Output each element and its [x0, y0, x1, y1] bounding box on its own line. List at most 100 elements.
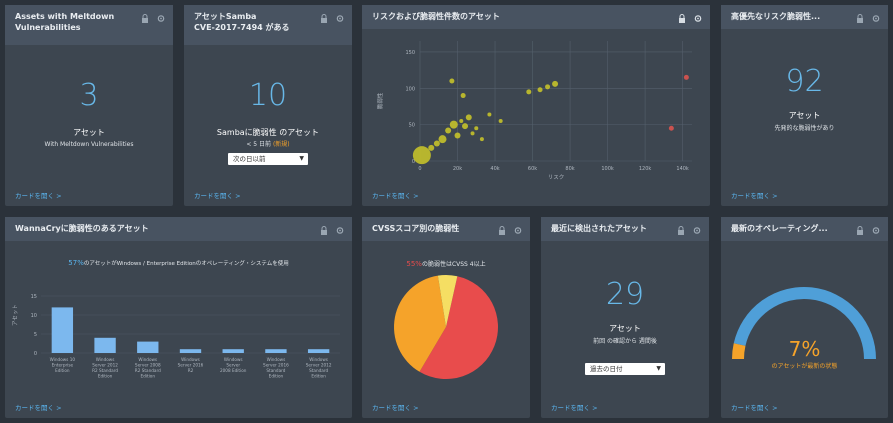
lock-icon[interactable]	[677, 226, 685, 235]
scatter-point[interactable]	[460, 93, 466, 99]
scatter-point[interactable]	[552, 80, 559, 87]
lock-icon[interactable]	[320, 226, 328, 235]
date-filter-select[interactable]: 過去の日付 ▼	[585, 363, 665, 375]
asset-sublabel: 前回 の確認から 週間後	[593, 338, 657, 345]
scatter-point[interactable]	[668, 125, 674, 131]
bar[interactable]	[307, 349, 330, 353]
new-highlight: (新規)	[272, 141, 290, 148]
asset-label: Sambaに脆弱性 のアセット	[216, 128, 320, 137]
card-header: 最近に検出されたアセット	[541, 217, 709, 241]
card-header: CVSSスコア別の脆弱性	[362, 217, 530, 241]
summary-text: の脆弱性はCVSS 4以上	[421, 261, 486, 268]
scatter-point[interactable]	[526, 89, 532, 95]
scatter-point[interactable]	[498, 119, 503, 123]
card-recent-assets: 最近に検出されたアセット 29 アセット 前回 の確認から 週間後 過去の日付 …	[541, 217, 709, 418]
scatter-point[interactable]	[479, 137, 484, 142]
asset-count: 10	[248, 78, 288, 113]
open-card-link[interactable]: カードを開く >	[15, 402, 62, 412]
scatter-point[interactable]	[449, 120, 458, 129]
gear-icon[interactable]	[514, 226, 522, 235]
open-card-link[interactable]: カードを開く >	[372, 402, 419, 412]
asset-label: アセット	[73, 128, 105, 137]
open-card-link[interactable]: カードを開く >	[551, 402, 598, 412]
gauge-value: 7%	[788, 337, 821, 361]
lock-icon[interactable]	[141, 14, 149, 23]
card-header: WannaCryに脆弱性のあるアセット	[5, 217, 352, 241]
bar[interactable]	[51, 307, 74, 353]
gear-icon[interactable]	[336, 226, 344, 235]
card-title: Assets with Meltdown Vulnerabilities	[15, 12, 115, 32]
scatter-point[interactable]	[449, 78, 455, 84]
lock-icon[interactable]	[856, 226, 864, 235]
y-tick-label: 0	[34, 351, 37, 357]
gear-icon[interactable]	[336, 14, 344, 23]
scatter-point[interactable]	[537, 87, 543, 93]
gear-icon[interactable]	[157, 14, 165, 23]
gear-icon[interactable]	[872, 14, 880, 23]
scatter-point[interactable]	[433, 140, 440, 147]
lock-icon[interactable]	[498, 226, 506, 235]
open-card-link[interactable]: カードを開く >	[372, 190, 419, 200]
scatter-point[interactable]	[412, 146, 431, 165]
scatter-point[interactable]	[545, 84, 551, 90]
card-title: リスクおよび脆弱性件数のアセット	[372, 12, 500, 21]
card-title-line2: CVE-2017-7494 がある	[194, 23, 290, 32]
card-title-line1: アセットSamba	[194, 12, 257, 21]
scatter-point[interactable]	[474, 126, 479, 131]
asset-count: 3	[79, 78, 99, 113]
card-os-gauge: 最新のオペレーティング... 7% のアセットが最新の状態 カードを開く >	[721, 217, 888, 418]
open-card-link[interactable]: カードを開く >	[15, 190, 62, 200]
scatter-point[interactable]	[470, 131, 475, 136]
open-card-link[interactable]: カードを開く >	[731, 402, 778, 412]
card-title: CVSSスコア別の脆弱性	[372, 224, 460, 233]
card-cvss-pie: CVSSスコア別の脆弱性 55%の脆弱性はCVSS 4以上 カードを開く >	[362, 217, 530, 418]
scatter-point[interactable]	[445, 127, 452, 134]
card-wannacry: WannaCryに脆弱性のあるアセット 57%のアセットがWindows / E…	[5, 217, 352, 418]
x-tick-label: 120k	[639, 166, 652, 172]
scatter-point[interactable]	[462, 123, 469, 130]
card-header: 高優先なリスク脆弱性...	[721, 5, 888, 29]
chevron-down-icon: ▼	[656, 365, 661, 372]
asset-label: アセット	[788, 111, 821, 120]
x-tick-label: 60k	[528, 166, 537, 172]
card-title: 高優先なリスク脆弱性...	[731, 12, 821, 21]
asset-sublabel: With Meltdown Vulnerabilities	[44, 141, 134, 148]
gear-icon[interactable]	[694, 14, 702, 23]
y-tick-label: 50	[409, 123, 415, 129]
card-title: WannaCryに脆弱性のあるアセット	[15, 224, 149, 233]
card-meltdown-assets: Assets with Meltdown Vulnerabilities 3 ア…	[5, 5, 173, 206]
card-header: Assets with Meltdown Vulnerabilities	[5, 5, 173, 45]
bar-summary: 57%のアセットがWindows / Enterprise Editionのオペ…	[11, 259, 346, 267]
bar[interactable]	[94, 337, 116, 353]
scatter-point[interactable]	[683, 74, 689, 80]
category-label: Windows Server 2016 Standard Edition	[263, 357, 289, 379]
open-card-link[interactable]: カードを開く >	[731, 190, 778, 200]
bar-chart: 0 5 10 15 アセット Windows 10 Enterprise Edition Win…	[12, 294, 340, 379]
asset-label: アセット	[609, 324, 641, 333]
gear-icon[interactable]	[872, 226, 880, 235]
scatter-point[interactable]	[438, 135, 447, 144]
y-axis-label: アセット	[12, 304, 19, 326]
scatter-point[interactable]	[465, 114, 472, 121]
scatter-point[interactable]	[487, 112, 492, 117]
lock-icon[interactable]	[320, 14, 328, 23]
chevron-down-icon: ▼	[299, 155, 304, 162]
summary-text: のアセットがWindows / Enterprise Editionのオペレーテ…	[83, 261, 289, 267]
y-tick-label: 15	[31, 294, 37, 300]
asset-sublabel: 先発的な脆弱性があり	[774, 125, 835, 132]
bar[interactable]	[222, 349, 244, 353]
date-filter-select[interactable]: 次の日以前 ▼	[228, 153, 308, 165]
bar[interactable]	[137, 341, 159, 353]
scatter-point[interactable]	[459, 119, 464, 123]
bar[interactable]	[265, 349, 287, 353]
x-tick-label: 140k	[676, 166, 689, 172]
card-header: リスクおよび脆弱性件数のアセット	[362, 5, 710, 29]
bar[interactable]	[179, 349, 202, 353]
scatter-point[interactable]	[428, 144, 435, 151]
lock-icon[interactable]	[856, 14, 864, 23]
category-label: Windows Server 2012 Standard Edition	[306, 357, 332, 379]
lock-icon[interactable]	[678, 14, 686, 23]
scatter-point[interactable]	[454, 132, 461, 139]
open-card-link[interactable]: カードを開く >	[194, 190, 241, 200]
gear-icon[interactable]	[693, 226, 701, 235]
